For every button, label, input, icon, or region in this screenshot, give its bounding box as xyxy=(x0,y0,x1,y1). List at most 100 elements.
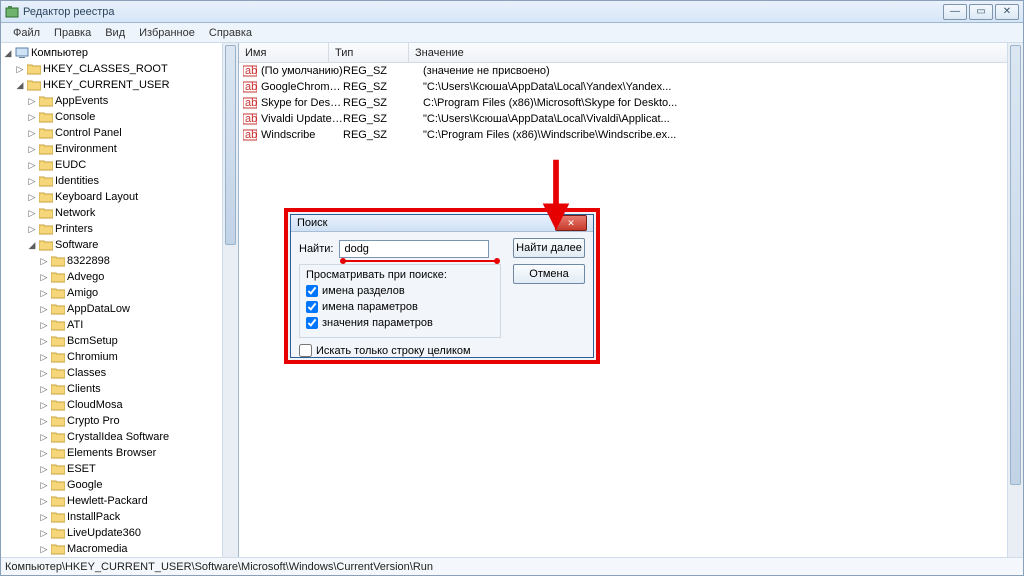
col-name[interactable]: Имя xyxy=(239,43,329,62)
expander-icon[interactable]: ▷ xyxy=(39,401,49,410)
expander-icon[interactable]: ▷ xyxy=(39,513,49,522)
minimize-button[interactable]: — xyxy=(943,4,967,20)
expander-icon[interactable]: ▷ xyxy=(27,209,37,218)
expander-icon[interactable]: ▷ xyxy=(39,353,49,362)
expander-icon[interactable]: ▷ xyxy=(27,129,37,138)
menu-favorites[interactable]: Избранное xyxy=(133,25,201,41)
tree-item[interactable]: ▷ CloudMosa xyxy=(3,397,238,413)
list-row[interactable]: ab Vivaldi Update ... REG_SZ "C:\Users\К… xyxy=(239,111,1023,127)
find-label: Найти: xyxy=(299,243,333,255)
expander-icon[interactable]: ▷ xyxy=(39,257,49,266)
expander-icon[interactable]: ▷ xyxy=(39,321,49,330)
tree-item[interactable]: ▷ 8322898 xyxy=(3,253,238,269)
maximize-button[interactable]: ▭ xyxy=(969,4,993,20)
tree-item[interactable]: ▷ Clients xyxy=(3,381,238,397)
tree-item[interactable]: ▷ Crypto Pro xyxy=(3,413,238,429)
expander-icon[interactable]: ◢ xyxy=(27,241,37,250)
tree-item[interactable]: ▷ CrystalIdea Software xyxy=(3,429,238,445)
expander-icon[interactable]: ▷ xyxy=(39,497,49,506)
expander-icon[interactable]: ▷ xyxy=(39,289,49,298)
tree-item[interactable]: ▷ Network xyxy=(3,205,238,221)
dialog-close-button[interactable]: ✕ xyxy=(555,215,587,231)
tree-item[interactable]: ▷ ESET xyxy=(3,461,238,477)
menu-file[interactable]: Файл xyxy=(7,25,46,41)
tree-label: Elements Browser xyxy=(67,447,156,459)
tree-item[interactable]: ▷ AppDataLow xyxy=(3,301,238,317)
expander-icon[interactable]: ▷ xyxy=(27,145,37,154)
expander-icon[interactable]: ▷ xyxy=(27,193,37,202)
cb-data[interactable] xyxy=(306,317,318,329)
string-value-icon: ab xyxy=(243,96,257,110)
tree-hkcu[interactable]: ◢ HKEY_CURRENT_USER xyxy=(3,77,238,93)
tree-item[interactable]: ▷ ATI xyxy=(3,317,238,333)
expander-icon[interactable]: ◢ xyxy=(3,49,13,58)
expander-icon[interactable]: ◢ xyxy=(15,81,25,90)
row-value: (значение не присвоено) xyxy=(423,65,1023,77)
expander-icon[interactable]: ▷ xyxy=(27,225,37,234)
expander-icon[interactable]: ▷ xyxy=(39,529,49,538)
expander-icon[interactable]: ▷ xyxy=(39,337,49,346)
list-row[interactable]: ab (По умолчанию) REG_SZ (значение не пр… xyxy=(239,63,1023,79)
tree-item[interactable]: ▷ InstallPack xyxy=(3,509,238,525)
expander-icon[interactable]: ▷ xyxy=(39,465,49,474)
tree-hkcr[interactable]: ▷ HKEY_CLASSES_ROOT xyxy=(3,61,238,77)
col-type[interactable]: Тип xyxy=(329,43,409,62)
tree-item[interactable]: ▷ Chromium xyxy=(3,349,238,365)
col-value[interactable]: Значение xyxy=(409,43,1023,62)
tree-item[interactable]: ▷ Macromedia xyxy=(3,541,238,557)
tree-item[interactable]: ▷ Advego xyxy=(3,269,238,285)
menu-edit[interactable]: Правка xyxy=(48,25,97,41)
tree-item[interactable]: ▷ Control Panel xyxy=(3,125,238,141)
tree-item[interactable]: ▷ EUDC xyxy=(3,157,238,173)
tree-scrollbar[interactable] xyxy=(222,43,238,557)
folder-icon xyxy=(51,319,65,331)
close-button[interactable]: ✕ xyxy=(995,4,1019,20)
folder-icon xyxy=(51,303,65,315)
list-row[interactable]: ab Skype for Desktop REG_SZ C:\Program F… xyxy=(239,95,1023,111)
tree-item[interactable]: ▷ Printers xyxy=(3,221,238,237)
tree-item[interactable]: ▷ Keyboard Layout xyxy=(3,189,238,205)
expander-icon[interactable]: ▷ xyxy=(15,65,25,74)
expander-icon[interactable]: ▷ xyxy=(39,545,49,554)
expander-icon[interactable]: ▷ xyxy=(27,97,37,106)
tree-computer[interactable]: ◢ Компьютер xyxy=(3,45,238,61)
tree-item[interactable]: ▷ Amigo xyxy=(3,285,238,301)
tree-item[interactable]: ▷ Google xyxy=(3,477,238,493)
cancel-button[interactable]: Отмена xyxy=(513,264,585,284)
tree-item[interactable]: ▷ AppEvents xyxy=(3,93,238,109)
menu-view[interactable]: Вид xyxy=(99,25,131,41)
find-next-button[interactable]: Найти далее xyxy=(513,238,585,258)
cb-whole-string[interactable] xyxy=(299,344,312,357)
expander-icon[interactable]: ▷ xyxy=(27,177,37,186)
cb-keys[interactable] xyxy=(306,285,318,297)
expander-icon[interactable]: ▷ xyxy=(39,305,49,314)
expander-icon[interactable]: ▷ xyxy=(27,113,37,122)
list-scrollbar[interactable] xyxy=(1007,43,1023,557)
expander-icon[interactable]: ▷ xyxy=(39,385,49,394)
expander-icon[interactable]: ▷ xyxy=(39,481,49,490)
menu-help[interactable]: Справка xyxy=(203,25,258,41)
tree-item[interactable]: ▷ Elements Browser xyxy=(3,445,238,461)
tree-software[interactable]: ◢ Software xyxy=(3,237,238,253)
tree-item[interactable]: ▷ LiveUpdate360 xyxy=(3,525,238,541)
tree-item[interactable]: ▷ Classes xyxy=(3,365,238,381)
expander-icon[interactable]: ▷ xyxy=(27,161,37,170)
expander-icon[interactable]: ▷ xyxy=(39,417,49,426)
tree-item[interactable]: ▷ Identities xyxy=(3,173,238,189)
list-header: Имя Тип Значение xyxy=(239,43,1023,63)
tree-item[interactable]: ▷ Environment xyxy=(3,141,238,157)
cb-values[interactable] xyxy=(306,301,318,313)
expander-icon[interactable]: ▷ xyxy=(39,449,49,458)
tree-item[interactable]: ▷ BcmSetup xyxy=(3,333,238,349)
expander-icon[interactable]: ▷ xyxy=(39,369,49,378)
find-input[interactable] xyxy=(339,240,489,258)
cb-keys-label: имена разделов xyxy=(322,285,405,297)
expander-icon[interactable]: ▷ xyxy=(39,433,49,442)
list-row[interactable]: ab GoogleChrome... REG_SZ "C:\Users\Ксюш… xyxy=(239,79,1023,95)
folder-icon xyxy=(39,143,53,155)
list-row[interactable]: ab Windscribe REG_SZ "C:\Program Files (… xyxy=(239,127,1023,143)
expander-icon[interactable]: ▷ xyxy=(39,273,49,282)
tree-item[interactable]: ▷ Console xyxy=(3,109,238,125)
tree-item[interactable]: ▷ Hewlett-Packard xyxy=(3,493,238,509)
tree-label: InstallPack xyxy=(67,511,120,523)
